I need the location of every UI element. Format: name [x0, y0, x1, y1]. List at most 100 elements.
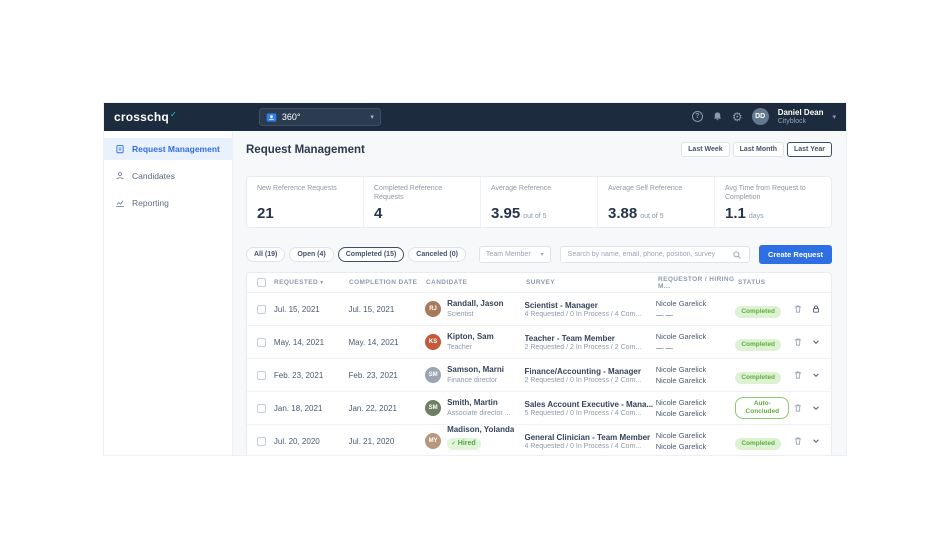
candidate-avatar: MY — [425, 433, 441, 449]
time-filter-last-week[interactable]: Last Week — [681, 142, 730, 157]
column-header-candidate[interactable]: CANDIDATE — [426, 279, 526, 286]
row-checkbox[interactable] — [257, 338, 266, 347]
stat-label: Completed Reference Requests — [374, 184, 470, 202]
requestor-name: Nicole Garelick — [656, 298, 736, 309]
sidebar: Request Management Candidates Reporting — [104, 131, 233, 455]
column-header-requestor[interactable]: REQUESTOR / HIRING M... — [658, 276, 738, 290]
completion-date: May. 14, 2021 — [348, 338, 425, 347]
candidate-avatar: SM — [425, 367, 441, 383]
sidebar-item-reporting[interactable]: Reporting — [104, 192, 232, 214]
status-tab-all[interactable]: All (19) — [246, 247, 285, 262]
search-box — [560, 246, 750, 263]
status-badge: Completed — [735, 339, 781, 351]
column-header-survey[interactable]: SURVEY — [526, 279, 658, 286]
logo-check-icon: ✓ — [170, 110, 177, 119]
stat-value: 21 — [257, 206, 274, 221]
topbar-actions: ? ⚙ DD Daniel Dean Cityblock ▾ — [692, 108, 836, 125]
row-checkbox[interactable] — [257, 305, 266, 314]
status-tab-canceled[interactable]: Canceled (0) — [408, 247, 466, 262]
table-row[interactable]: Jul. 20, 2020 Jul. 21, 2020 MY Madison, … — [247, 425, 831, 455]
stat-suffix: out of 5 — [523, 213, 546, 220]
user-avatar[interactable]: DD — [752, 108, 769, 125]
app-logo[interactable]: crosschq✓ — [114, 110, 177, 124]
column-header-completion-date[interactable]: COMPLETION DATE — [349, 279, 426, 286]
main-content: Request Management Last Week Last Month … — [233, 131, 846, 455]
column-header-requested[interactable]: REQUESTED▾ — [274, 279, 349, 286]
product-label: 360° — [282, 112, 301, 122]
stat-label: Average Reference — [491, 184, 587, 193]
user-company: Cityblock — [778, 118, 824, 126]
trash-icon[interactable] — [793, 436, 803, 446]
status-tab-open[interactable]: Open (4) — [289, 247, 333, 262]
hiring-manager-name: Nicole Garelick — [656, 441, 736, 452]
create-request-button[interactable]: Create Request — [759, 245, 832, 264]
stat-value: 1.1 — [725, 206, 746, 221]
table-row[interactable]: Jul. 15, 2021 Jul. 15, 2021 RJ Randall, … — [247, 293, 831, 326]
stat-value: 4 — [374, 206, 382, 221]
product-360-icon — [266, 112, 277, 123]
stat-value: 3.88 — [608, 206, 637, 221]
time-filter-last-year[interactable]: Last Year — [787, 142, 832, 157]
trash-icon[interactable] — [793, 337, 803, 347]
product-selector[interactable]: 360° ▾ — [259, 108, 381, 126]
chevron-down-icon[interactable] — [811, 370, 821, 380]
table-body: Jul. 15, 2021 Jul. 15, 2021 RJ Randall, … — [247, 293, 831, 455]
status-tab-completed[interactable]: Completed (15) — [338, 247, 405, 262]
team-member-label: Team Member — [486, 251, 531, 258]
stat-new-requests: New Reference Requests 21 — [247, 177, 364, 227]
completion-date: Jul. 21, 2020 — [348, 437, 425, 446]
sidebar-item-request-management[interactable]: Request Management — [104, 138, 232, 160]
sidebar-item-label: Request Management — [132, 144, 220, 154]
status-badge: Completed — [735, 372, 781, 384]
requested-date: Jul. 20, 2020 — [274, 437, 349, 446]
hiring-manager-name: — — — [656, 309, 736, 320]
select-all-checkbox[interactable] — [257, 278, 266, 287]
candidate-title: Teacher — [447, 343, 494, 352]
survey-detail: 4 Requested / 0 In Process / 4 Com... — [525, 443, 656, 450]
time-filter-last-month[interactable]: Last Month — [733, 142, 784, 157]
chevron-down-icon[interactable] — [811, 403, 821, 413]
lock-icon[interactable] — [811, 304, 821, 314]
row-checkbox[interactable] — [257, 437, 266, 446]
row-checkbox[interactable] — [257, 371, 266, 380]
row-checkbox[interactable] — [257, 404, 266, 413]
column-header-status[interactable]: STATUS — [738, 279, 796, 286]
chevron-down-icon[interactable] — [811, 436, 821, 446]
table-row[interactable]: Jan. 18, 2021 Jan. 22, 2021 SM Smith, Ma… — [247, 392, 831, 425]
completion-date: Jul. 15, 2021 — [348, 305, 425, 314]
survey-name: Sales Account Executive - Mana... — [525, 399, 656, 410]
hiring-manager-name: Nicole Garelick — [656, 375, 736, 386]
survey-detail: 2 Requested / 2 In Process / 2 Com... — [525, 344, 656, 351]
logo-text: crosschq — [114, 110, 169, 124]
search-icon[interactable] — [732, 250, 742, 260]
table-header-row: REQUESTED▾ COMPLETION DATE CANDIDATE SUR… — [247, 273, 831, 293]
table-row[interactable]: Feb. 23, 2021 Feb. 23, 2021 SM Samson, M… — [247, 359, 831, 392]
gear-icon[interactable]: ⚙ — [732, 111, 743, 123]
user-menu[interactable]: Daniel Dean Cityblock — [778, 108, 824, 125]
page-header: Request Management Last Week Last Month … — [233, 131, 846, 157]
candidate-avatar: SM — [425, 400, 441, 416]
status-badge: Completed — [735, 438, 781, 450]
candidate-avatar: RJ — [425, 301, 441, 317]
hiring-manager-name: — — — [656, 342, 736, 353]
trash-icon[interactable] — [793, 403, 803, 413]
team-member-dropdown[interactable]: Team Member ▾ — [479, 246, 551, 263]
person-icon — [115, 171, 125, 181]
stat-label: Average Self Reference — [608, 184, 704, 193]
survey-detail: 5 Requested / 0 In Process / 4 Com... — [525, 410, 656, 417]
trash-icon[interactable] — [793, 370, 803, 380]
help-icon[interactable]: ? — [692, 111, 703, 122]
notifications-bell-icon[interactable] — [712, 111, 723, 122]
stat-value: 3.95 — [491, 206, 520, 221]
requestor-name: Nicole Garelick — [656, 364, 736, 375]
table-row[interactable]: May. 14, 2021 May. 14, 2021 KS Kipton, S… — [247, 326, 831, 359]
chevron-down-icon[interactable] — [811, 337, 821, 347]
search-input[interactable] — [568, 251, 732, 258]
stat-suffix: days — [749, 213, 764, 220]
trash-icon[interactable] — [793, 304, 803, 314]
chevron-down-icon[interactable]: ▾ — [832, 113, 836, 121]
candidate-title: Associate director ... — [447, 409, 510, 418]
requested-date: May. 14, 2021 — [274, 338, 349, 347]
survey-name: Teacher - Team Member — [525, 333, 656, 344]
sidebar-item-candidates[interactable]: Candidates — [104, 165, 232, 187]
